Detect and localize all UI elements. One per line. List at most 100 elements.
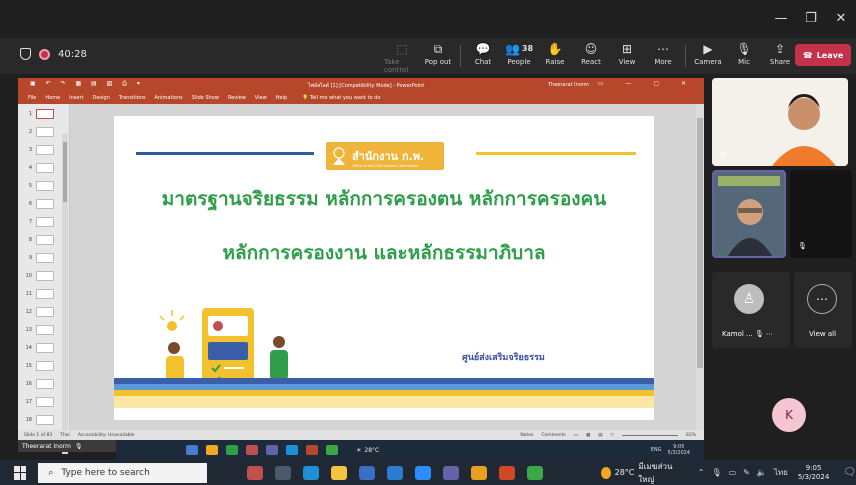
chrome-icon[interactable] [470, 465, 487, 480]
ribbon-tab-insert[interactable]: Insert [69, 95, 83, 101]
thumbnail-preview [36, 145, 54, 155]
slide-canvas[interactable]: สำนักงาน ก.พ. Office of the Civil Servic… [114, 116, 654, 420]
line-icon[interactable] [526, 465, 543, 480]
slide-thumbnail[interactable]: 14 [22, 342, 64, 354]
ribbon-tab-view[interactable]: View [255, 95, 267, 101]
slide-thumbnail[interactable]: 8 [22, 234, 64, 246]
minimize-icon[interactable]: — [766, 8, 796, 30]
ribbon-tab-slide-show[interactable]: Slide Show [192, 95, 219, 101]
weather-desc: มีเมฆส่วนใหญ่ [638, 461, 673, 484]
quick-access-toolbar[interactable]: ▣ ↶ ↷ ▦ ▤ ▧ ⎙ ▾ [30, 80, 144, 88]
slideshow-view-icon[interactable]: ▽ [611, 433, 614, 438]
ribbon-tab-transitions[interactable]: Transitions [119, 95, 146, 101]
ribbon-tab-design[interactable]: Design [92, 95, 109, 101]
people-button[interactable]: 👥 38 People [501, 40, 537, 72]
view-all-label: View all [809, 330, 837, 338]
participant-tile-kamol[interactable]: ♙ Kamol ... 🎙 ⋯ [712, 272, 790, 348]
self-view-tile[interactable]: K [712, 374, 852, 454]
thumbnail-preview [36, 163, 54, 173]
windows-start-icon[interactable] [14, 465, 27, 480]
edge-icon[interactable] [302, 465, 319, 480]
thumbnail-preview [36, 181, 54, 191]
leave-button[interactable]: ☎ Leave [795, 44, 851, 66]
slide-thumbnail[interactable]: 18 [22, 414, 64, 426]
pen-icon[interactable]: ✎ [743, 468, 750, 477]
teams-icon[interactable] [442, 465, 459, 480]
pop-out-button[interactable]: ⧉ Pop out [420, 40, 456, 72]
slide-thumbnail[interactable]: 15 [22, 360, 64, 372]
react-button[interactable]: ☺ React [573, 40, 609, 72]
mic-icon[interactable]: 🎙 [711, 468, 721, 477]
reading-view-icon[interactable]: ▤ [598, 433, 602, 438]
thumbnail-number: 6 [28, 201, 32, 207]
pinned-app-icon[interactable] [246, 465, 263, 480]
store-icon[interactable] [358, 465, 375, 480]
file-explorer-icon[interactable] [330, 465, 347, 480]
slide-thumbnail[interactable]: 17 [22, 396, 64, 408]
maximize-icon[interactable]: ❐ [796, 8, 826, 30]
thumbnail-number: 12 [25, 309, 32, 315]
mic-off-icon: 🎙 [74, 442, 83, 450]
chat-button[interactable]: 💬 Chat [465, 40, 501, 72]
view-button[interactable]: ⊞ View [609, 40, 645, 72]
mic-button[interactable]: 🎙 Mic [726, 40, 762, 72]
participant-video-tile[interactable]: 🎙 [712, 78, 848, 166]
ribbon-tab-review[interactable]: Review [228, 95, 246, 101]
active-speaker-tile[interactable] [712, 170, 786, 258]
slide-thumbnail[interactable]: 6 [22, 198, 64, 210]
slide-thumbnail[interactable]: 10 [22, 270, 64, 282]
powerpoint-icon[interactable] [498, 465, 515, 480]
inner-weather-text: 28°C [364, 446, 380, 454]
share-button[interactable]: ⇪ Share [762, 40, 798, 72]
thumbnail-number: 5 [28, 183, 32, 189]
battery-icon[interactable]: ▭ [729, 468, 737, 477]
more-button[interactable]: ⋯ More [645, 40, 681, 72]
sorter-view-icon[interactable]: ▦ [586, 433, 590, 438]
participant-tile-dark[interactable]: 🎙 [790, 170, 852, 258]
close-icon[interactable]: ✕ [826, 8, 856, 30]
thumbnail-number: 15 [25, 363, 32, 369]
ribbon-tab-home[interactable]: Home [45, 95, 60, 101]
raise-button[interactable]: ✋ Raise [537, 40, 573, 72]
normal-view-icon[interactable]: ▭ [574, 433, 578, 438]
notes-button[interactable]: Notes [520, 433, 533, 438]
mail-icon[interactable] [386, 465, 403, 480]
slide-thumbnail[interactable]: 16 [22, 378, 64, 390]
toolbar-label: Chat [474, 58, 492, 66]
ribbon-tab-help[interactable]: Help [276, 95, 287, 101]
slide-thumbnail[interactable]: 4 [22, 162, 64, 174]
slide-thumbnail[interactable]: 3 [22, 144, 64, 156]
ppt-window-controls[interactable]: ▭ — ▢ ✕ [598, 80, 696, 87]
taskbar-weather[interactable]: 28°C มีเมฆส่วนใหญ่ [600, 460, 680, 485]
zoom-slider[interactable] [621, 434, 678, 436]
camera-button[interactable]: ▶ Camera [690, 40, 726, 72]
ribbon-tab-file[interactable]: File [28, 95, 36, 101]
slide-thumbnail[interactable]: 2 [22, 126, 64, 138]
slide-thumbnail[interactable]: 12 [22, 306, 64, 318]
notification-icon[interactable]: 🗨 [843, 467, 856, 478]
volume-icon[interactable]: 🔈 [757, 468, 767, 477]
slide-thumbnail[interactable]: 13 [22, 324, 64, 336]
comments-button[interactable]: Comments [541, 433, 565, 438]
editor-scrollbar[interactable] [696, 104, 704, 430]
chevron-up-icon[interactable]: ⌃ [698, 468, 705, 477]
task-view-icon[interactable] [274, 465, 291, 480]
taskbar-search[interactable]: ⌕ Type here to search [38, 462, 207, 483]
taskbar-lang[interactable]: ไทย [774, 466, 788, 479]
more-icon: ⋯ [657, 42, 669, 56]
slide-thumbnail[interactable]: 1 [22, 108, 64, 120]
ribbon-tab-animations[interactable]: Animations [155, 95, 183, 101]
slide-thumbnail[interactable]: 5 [22, 180, 64, 192]
slide-thumbnail[interactable]: 7 [22, 216, 64, 228]
taskbar-clock[interactable]: 9:05 5/3/2024 [798, 464, 829, 482]
view-all-tile[interactable]: ⋯ View all [794, 272, 852, 348]
leave-label: Leave [816, 50, 844, 60]
tell-me-search[interactable]: 💡 Tell me what you want to do [302, 95, 380, 101]
inner-app-icon [306, 445, 318, 455]
raise-hand-icon: ✋ [547, 42, 563, 56]
thumbnail-number: 2 [28, 129, 32, 135]
zoom-icon[interactable] [414, 465, 431, 480]
slide-thumbnail[interactable]: 9 [22, 252, 64, 264]
slide-thumbnail[interactable]: 11 [22, 288, 64, 300]
take-control-button[interactable]: ⬚ Take control [384, 40, 420, 74]
